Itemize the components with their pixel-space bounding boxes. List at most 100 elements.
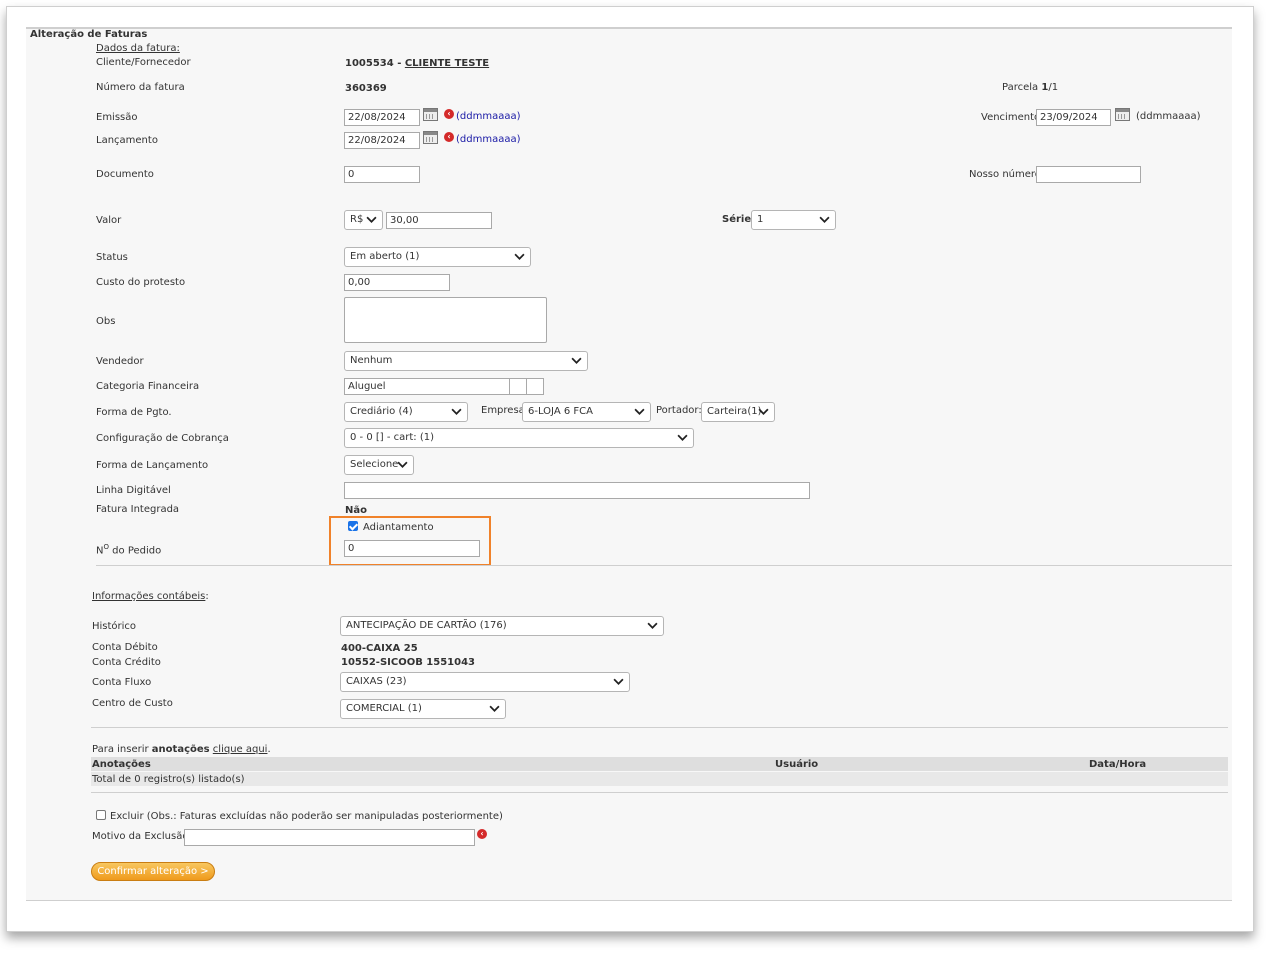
cliente-name-link[interactable]: CLIENTE TESTE <box>405 58 489 69</box>
portador-value: Carteira(1) <box>707 406 762 417</box>
status-value: Em aberto (1) <box>350 251 420 262</box>
conta-fluxo-select[interactable]: CAIXAS (23) <box>340 672 630 692</box>
annotations-table-footer <box>91 772 1228 786</box>
annotations-total: Total de 0 registro(s) listado(s) <box>92 774 245 785</box>
valor-label: Valor <box>96 215 122 226</box>
divider <box>91 727 1228 728</box>
parcela-label: Parcela <box>1002 82 1039 93</box>
empresa-value: 6-LOJA 6 FCA <box>528 406 593 417</box>
conta-fluxo-value: CAIXAS (23) <box>346 676 407 687</box>
custo-protesto-input[interactable]: 0,00 <box>344 274 450 291</box>
add-annotation-link[interactable]: clique aqui <box>213 744 268 755</box>
anotacoes-intro-bold: anotações <box>151 744 210 755</box>
vendedor-select[interactable]: Nenhum <box>344 351 588 371</box>
config-cobranca-select[interactable]: 0 - 0 [] - cart: (1) <box>344 428 694 448</box>
vendedor-value: Nenhum <box>350 355 393 366</box>
divider <box>96 565 1232 566</box>
serie-select[interactable]: 1 <box>751 210 836 230</box>
empresa-select[interactable]: 6-LOJA 6 FCA <box>522 402 651 422</box>
portador-label: Portador: <box>656 405 702 416</box>
excluir-label: Excluir (Obs.: Faturas excluídas não pod… <box>110 811 503 822</box>
chevron-down-icon <box>514 253 525 260</box>
categoria-clear-button[interactable] <box>526 378 544 395</box>
empresa-label: Empresa <box>481 405 525 416</box>
obs-textarea[interactable] <box>344 297 547 343</box>
centro-custo-label: Centro de Custo <box>92 698 173 709</box>
clear-date-icon[interactable]: ‹ <box>444 132 454 142</box>
excluir-checkbox[interactable] <box>96 810 106 820</box>
config-cobranca-label: Configuração de Cobrança <box>96 433 229 444</box>
vencimento-format-hint: (ddmmaaaa) <box>1136 111 1201 122</box>
vencimento-input[interactable]: 23/09/2024 <box>1036 109 1111 126</box>
centro-custo-select[interactable]: COMERCIAL (1) <box>340 699 506 719</box>
adiantamento-checkbox[interactable] <box>348 521 358 531</box>
categoria-input[interactable]: Aluguel <box>344 378 510 395</box>
chevron-down-icon <box>451 408 462 415</box>
clear-motivo-icon[interactable]: ‹ <box>477 829 487 839</box>
cliente-separator: - <box>393 58 405 69</box>
conta-credito-value: 10552-SICOOB 1551043 <box>341 657 476 668</box>
emissao-format-hint: (ddmmaaaa) <box>456 111 521 122</box>
calendar-icon[interactable] <box>423 108 438 121</box>
config-cobranca-value: 0 - 0 [] - cart: (1) <box>350 432 435 443</box>
parcela: Parcela 1/1 <box>1002 82 1058 93</box>
page-title: Alteração de Faturas <box>30 29 148 40</box>
forma-pgto-value: Crediário (4) <box>350 406 413 417</box>
historico-value: ANTECIPAÇÃO DE CARTÃO (176) <box>346 620 507 631</box>
pedido-label-suffix: do Pedido <box>109 545 162 557</box>
lancamento-input[interactable]: 22/08/2024 <box>344 132 420 149</box>
vencimento-label: Vencimento <box>981 112 1041 123</box>
documento-input[interactable]: 0 <box>344 166 420 183</box>
chevron-down-icon <box>758 408 769 415</box>
chevron-down-icon <box>489 705 500 712</box>
chevron-down-icon <box>613 678 624 685</box>
portador-select[interactable]: Carteira(1) <box>701 402 775 422</box>
forma-pgto-select[interactable]: Crediário (4) <box>344 402 468 422</box>
chevron-down-icon <box>366 216 377 223</box>
pedido-input[interactable]: 0 <box>344 540 480 557</box>
emissao-label: Emissão <box>96 112 138 123</box>
serie-value: 1 <box>757 214 764 225</box>
chevron-down-icon <box>571 357 582 364</box>
categoria-search-button[interactable] <box>509 378 527 395</box>
currency-select[interactable]: R$ <box>344 210 383 230</box>
motivo-label: Motivo da Exclusão: <box>92 831 192 842</box>
centro-custo-value: COMERCIAL (1) <box>346 703 422 714</box>
currency-value: R$ <box>350 214 364 225</box>
valor-input[interactable]: 30,00 <box>386 212 492 229</box>
section-dados-fatura: Dados da fatura: <box>96 43 180 54</box>
emissao-input[interactable]: 22/08/2024 <box>344 109 420 126</box>
historico-select[interactable]: ANTECIPAÇÃO DE CARTÃO (176) <box>340 616 664 636</box>
conta-credito-label: Conta Crédito <box>92 657 161 668</box>
calendar-icon[interactable] <box>423 131 438 144</box>
confirm-button[interactable]: Confirmar alteração > <box>91 862 215 881</box>
lancamento-format-hint: (ddmmaaaa) <box>456 134 521 145</box>
anotacoes-intro-dot: . <box>267 744 271 755</box>
forma-lancamento-select[interactable]: Selecione <box>344 455 414 475</box>
nosso-numero-label: Nosso número <box>969 169 1041 180</box>
chevron-down-icon <box>677 434 688 441</box>
linha-digitavel-input[interactable] <box>344 482 810 499</box>
annotations-table-header <box>91 757 1228 771</box>
fatura-integrada-value: Não <box>345 505 367 516</box>
numero-label: Número da fatura <box>96 82 185 93</box>
parcela-total: /1 <box>1048 82 1059 93</box>
calendar-icon[interactable] <box>1115 108 1130 121</box>
conta-debito-label: Conta Débito <box>92 642 158 653</box>
clear-date-icon[interactable]: ‹ <box>444 109 454 119</box>
lancamento-label: Lançamento <box>96 135 158 146</box>
section-contabeis-colon: : <box>205 591 209 602</box>
chevron-down-icon <box>634 408 645 415</box>
motivo-input[interactable] <box>184 829 475 846</box>
nosso-numero-input[interactable] <box>1036 166 1141 183</box>
chevron-down-icon <box>819 216 830 223</box>
historico-label: Histórico <box>92 621 137 632</box>
status-select[interactable]: Em aberto (1) <box>344 247 531 267</box>
categoria-label: Categoria Financeira <box>96 381 200 392</box>
fatura-integrada-label: Fatura Integrada <box>96 504 180 515</box>
conta-debito-value: 400-CAIXA 25 <box>341 643 418 654</box>
status-label: Status <box>96 252 128 263</box>
forma-pgto-label: Forma de Pgto. <box>96 407 172 418</box>
forma-lancamento-value: Selecione <box>350 459 399 470</box>
serie-label: Série <box>722 214 752 225</box>
